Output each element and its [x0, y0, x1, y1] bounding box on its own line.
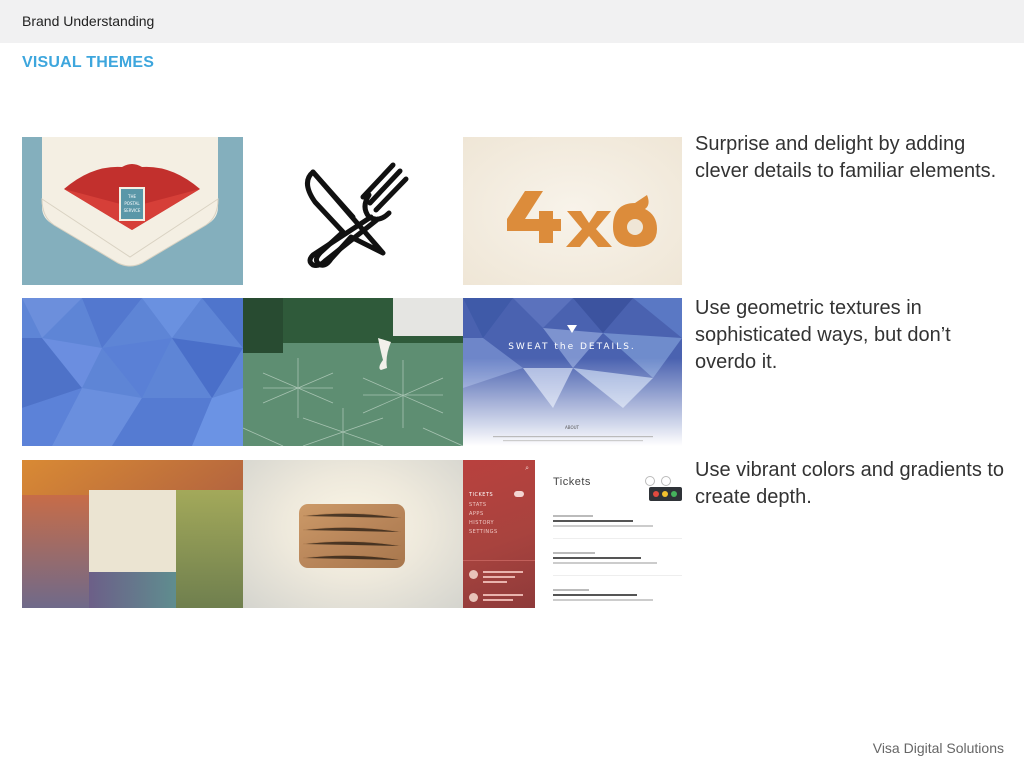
footer-brand: Visa Digital Solutions — [872, 740, 1004, 756]
stamp-text-line3: SERVICE — [124, 208, 141, 213]
red-app-sidebar-image: ⌕ TICKETS STATS APPS HISTORY SETTINGS — [463, 460, 535, 608]
section-title: VISUAL THEMES — [22, 54, 155, 71]
avatar — [469, 570, 478, 579]
fork-knife-icon — [243, 137, 463, 285]
gradient-color-blocks-image — [22, 460, 243, 608]
avatar — [469, 593, 478, 602]
tickets-title: Tickets — [553, 476, 591, 488]
top-bar: Brand Understanding — [0, 0, 1024, 43]
nav-item-history: HISTORY — [469, 520, 495, 526]
nav-item-apps: APPS — [469, 511, 484, 517]
search-icon: ⌕ — [525, 465, 529, 472]
theme-text-1: Surprise and delight by adding clever de… — [695, 133, 997, 182]
wood-card-image — [243, 460, 463, 608]
stamp-text-line1: THE — [127, 194, 136, 199]
nav-item-tickets: TICKETS — [469, 492, 494, 498]
color-swatch-popover — [649, 487, 682, 501]
nav-item-settings: SETTINGS — [469, 529, 498, 535]
blue-geometric-texture-image — [22, 298, 243, 446]
postal-service-envelope-image: THE POSTAL SERVICE — [22, 137, 243, 285]
4xo-logo-image — [463, 137, 682, 285]
tickets-app-image: Tickets — [535, 460, 682, 608]
sweat-the-details-image: SWEAT the DETAILS. ABOUT — [463, 298, 682, 446]
count-badge — [514, 491, 524, 497]
sweat-heading: SWEAT the DETAILS. — [508, 342, 636, 352]
green-geometric-floor-image — [243, 298, 463, 446]
stamp-text-line2: POSTAL — [124, 201, 140, 206]
about-label: ABOUT — [565, 425, 579, 430]
nav-item-stats: STATS — [469, 502, 487, 508]
deck-title: Brand Understanding — [22, 13, 155, 29]
theme-text-2: Use geometric textures in sophisticated … — [695, 297, 951, 373]
theme-text-3: Use vibrant colors and gradients to crea… — [695, 459, 1005, 508]
